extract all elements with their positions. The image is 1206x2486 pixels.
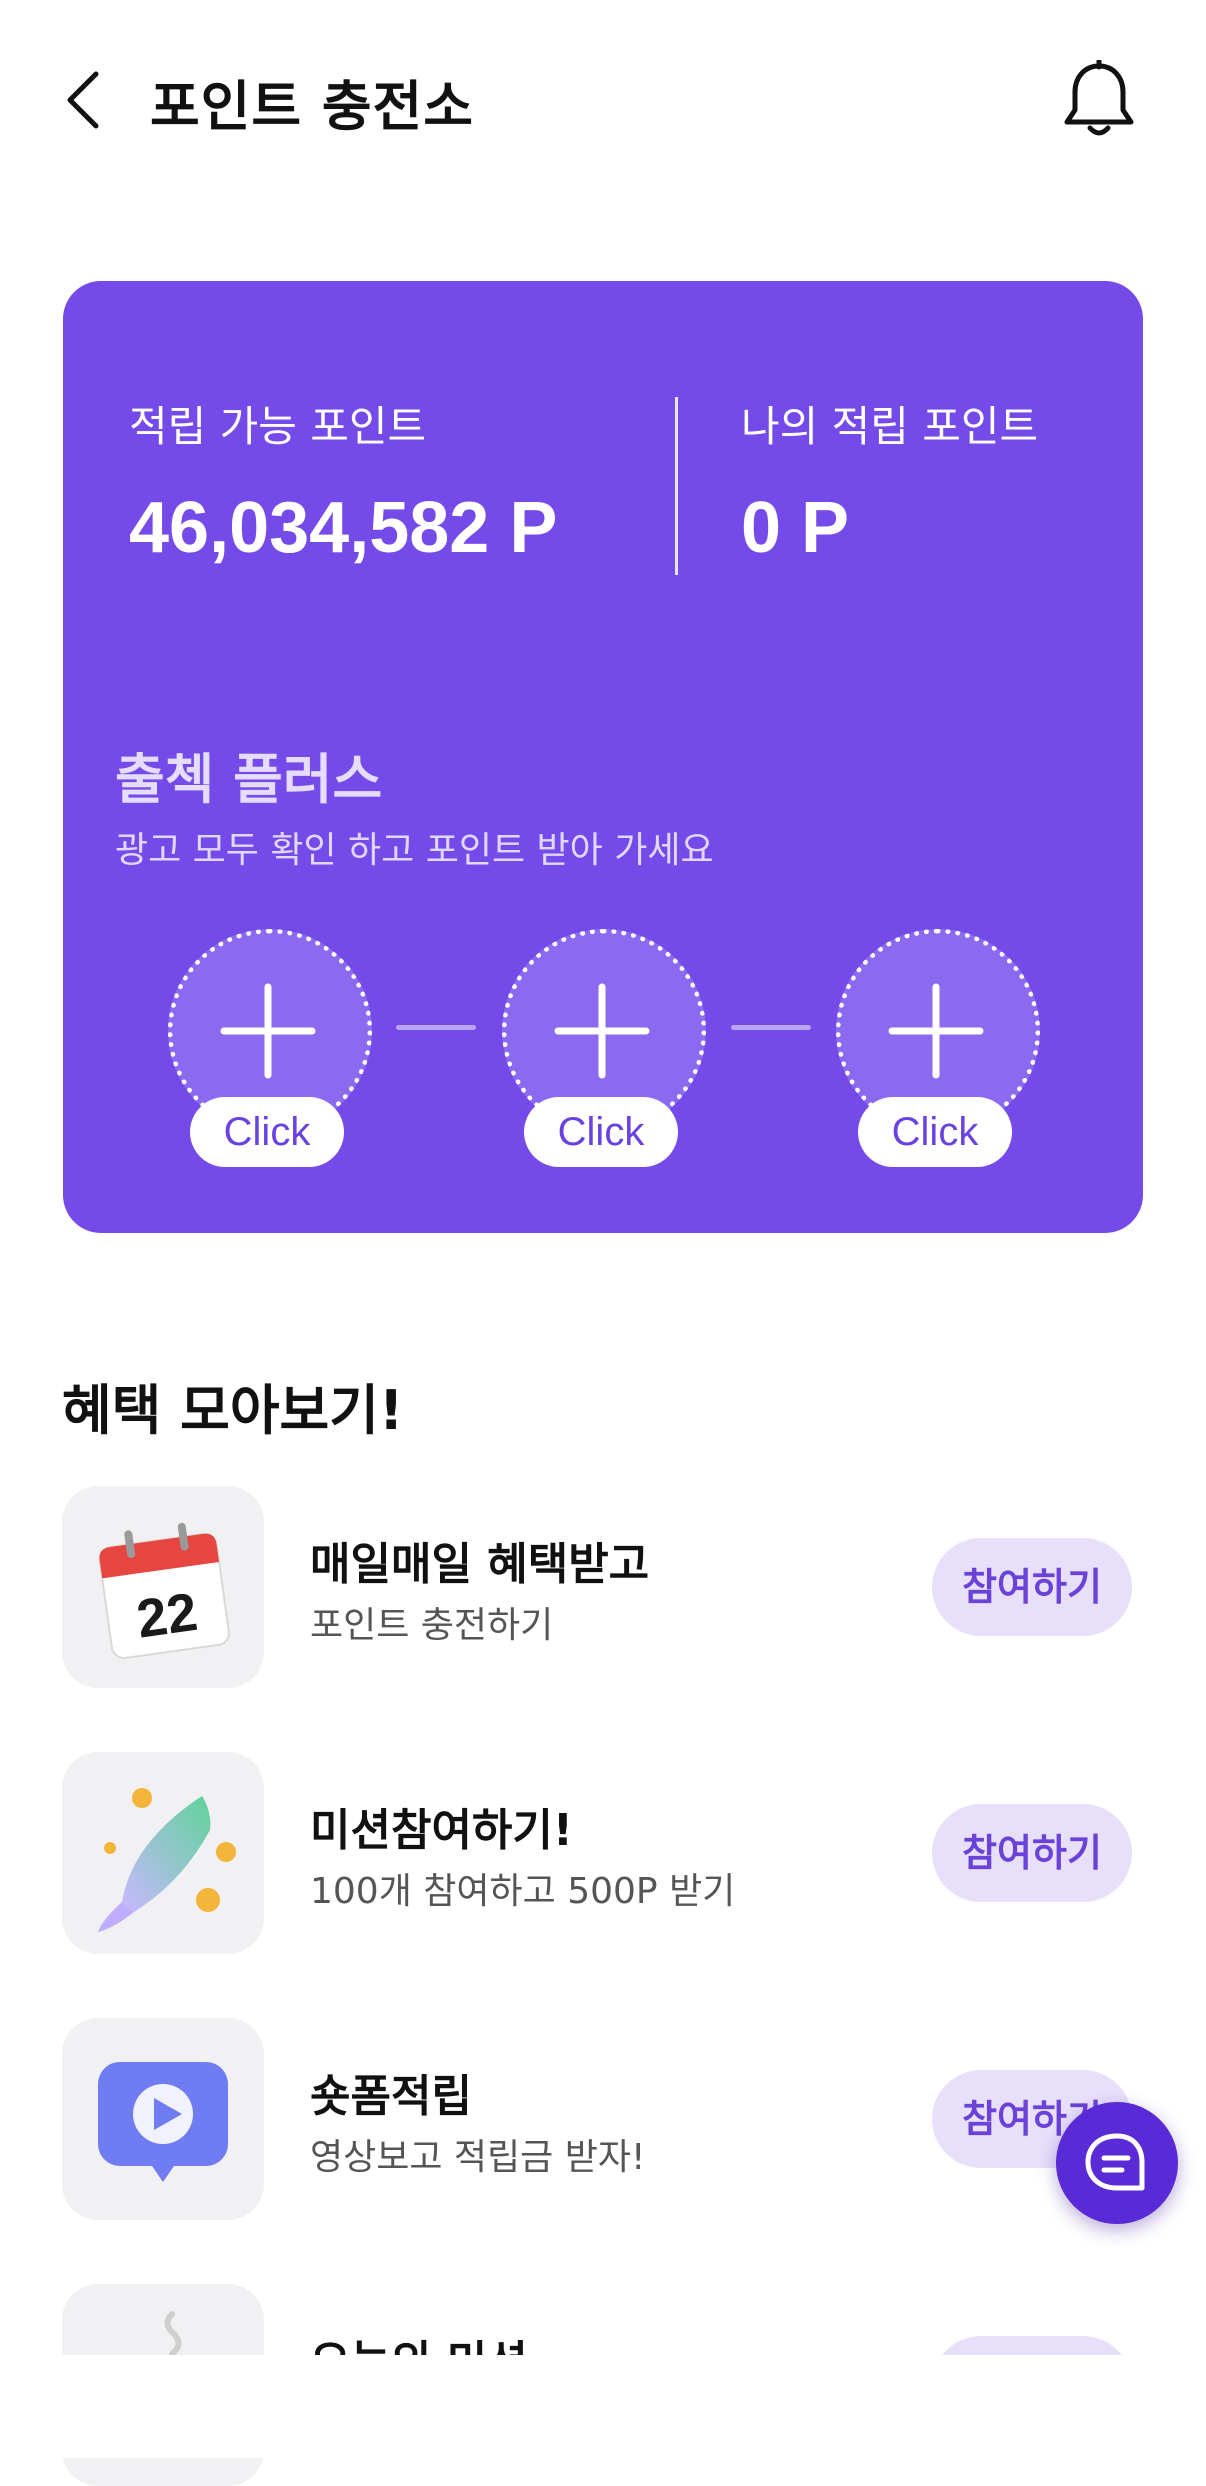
benefit-title: 매일매일 혜택받고	[310, 1539, 650, 1590]
calendar-icon: 22	[98, 1522, 230, 1660]
checkin-subtitle: 광고 모두 확인 하고 포인트 받아 가세요	[115, 830, 714, 871]
click-pill[interactable]: Click	[858, 1097, 1012, 1167]
benefit-title: 숏폼적립	[310, 2071, 472, 2122]
plus-icon	[554, 983, 650, 1079]
benefit-thumbnail	[62, 2018, 264, 2220]
click-pill[interactable]: Click	[190, 1097, 344, 1167]
benefit-item[interactable]: 미션참여하기! 100개 참여하고 500P 받기 참여하기	[62, 1752, 1152, 1954]
slot-connector	[731, 1025, 811, 1030]
checkin-slot[interactable]: Click	[836, 929, 1040, 1189]
points-card: 적립 가능 포인트 46,034,582 P 나의 적립 포인트 0 P 출첵 …	[63, 281, 1143, 1233]
benefit-subtitle: 포인트 충전하기	[310, 1605, 554, 1646]
available-points-value: 46,034,582 P	[129, 488, 558, 568]
bottom-cutoff	[0, 2355, 1206, 2458]
benefit-title: 미션참여하기!	[310, 1805, 573, 1856]
benefit-subtitle: 영상보고 적립금 받자!	[310, 2137, 646, 2178]
benefits-title: 혜택 모아보기!	[62, 1379, 404, 1442]
svg-text:22: 22	[133, 1582, 201, 1650]
click-pill[interactable]: Click	[524, 1097, 678, 1167]
benefit-subtitle: 100개 참여하고 500P 받기	[310, 1871, 736, 1912]
checkin-title: 출첵 플러스	[115, 748, 383, 811]
back-button[interactable]	[58, 68, 114, 132]
benefit-item[interactable]: 숏폼적립 영상보고 적립금 받자! 참여하기	[62, 2018, 1152, 2220]
checkin-slot[interactable]: Click	[168, 929, 372, 1189]
my-points-value: 0 P	[741, 488, 850, 568]
chat-bubble-icon	[1085, 2133, 1145, 2191]
bell-icon	[1064, 58, 1134, 136]
join-button[interactable]: 참여하기	[932, 1538, 1132, 1636]
checkin-slot[interactable]: Click	[502, 929, 706, 1189]
chevron-left-icon	[67, 71, 99, 129]
my-points-label: 나의 적립 포인트	[741, 402, 1039, 451]
play-video-icon	[98, 2062, 228, 2182]
app-header: 포인트 충전소	[0, 0, 1206, 200]
rocket-icon	[98, 1788, 236, 1932]
points-divider	[675, 397, 678, 575]
plus-icon	[888, 983, 984, 1079]
chat-fab-button[interactable]	[1056, 2102, 1178, 2224]
available-points-label: 적립 가능 포인트	[129, 402, 427, 451]
benefit-thumbnail	[62, 1752, 264, 1954]
join-button[interactable]: 참여하기	[932, 1804, 1132, 1902]
notification-button[interactable]	[1062, 58, 1136, 140]
page-title: 포인트 충전소	[150, 75, 474, 138]
slot-connector	[396, 1025, 476, 1030]
plus-icon	[220, 983, 316, 1079]
benefit-item[interactable]: 22 매일매일 혜택받고 포인트 충전하기 참여하기	[62, 1486, 1152, 1688]
benefit-thumbnail: 22	[62, 1486, 264, 1688]
